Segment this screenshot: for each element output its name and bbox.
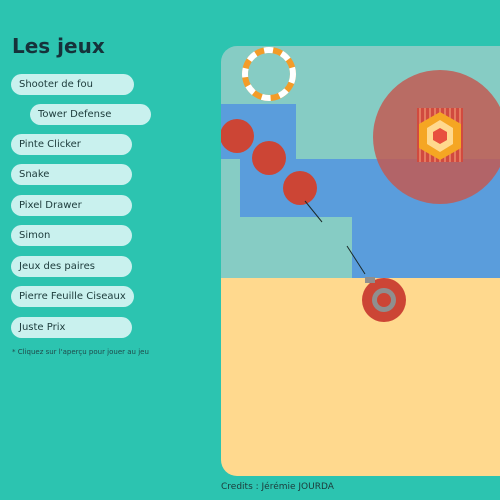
menu-item-shooter-de-fou[interactable]: Shooter de fou <box>11 74 134 95</box>
menu-item-jeux-des-paires[interactable]: Jeux des paires <box>11 256 132 277</box>
menu-item-pinte-clicker[interactable]: Pinte Clicker <box>11 134 132 155</box>
preview-hint: * Cliquez sur l'aperçu pour jouer au jeu <box>12 348 149 356</box>
preview-sand <box>221 278 500 476</box>
menu-item-tower-defense[interactable]: Tower Defense <box>30 104 151 125</box>
game-preview[interactable] <box>221 46 500 476</box>
menu-item-pixel-drawer[interactable]: Pixel Drawer <box>11 195 132 216</box>
page-title: Les jeux <box>12 34 105 58</box>
enemy <box>283 171 317 205</box>
enemy <box>221 119 254 153</box>
tower-defense-preview-canvas <box>221 46 500 476</box>
tower <box>417 108 463 162</box>
enemy <box>252 141 286 175</box>
menu-item-juste-prix[interactable]: Juste Prix <box>11 317 132 338</box>
credits: Credits : Jérémie JOURDA <box>221 482 334 492</box>
menu-item-snake[interactable]: Snake <box>11 164 132 185</box>
menu-item-simon[interactable]: Simon <box>11 225 132 246</box>
menu-item-pierre-feuille-ciseaux[interactable]: Pierre Feuille Ciseaux <box>11 286 134 307</box>
